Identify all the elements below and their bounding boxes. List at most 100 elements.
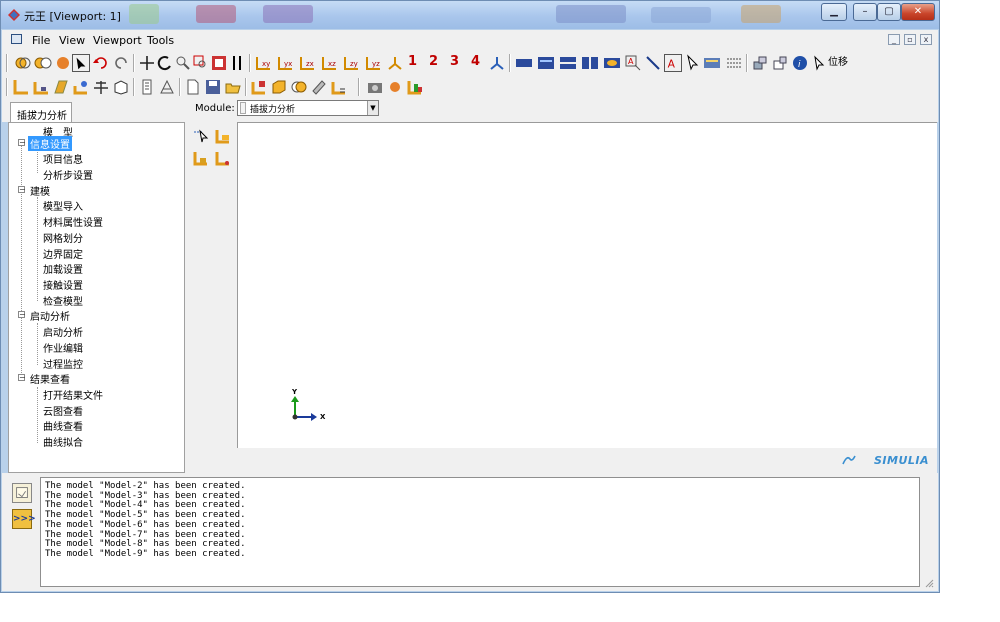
view-preset-3[interactable]: 3 [450, 54, 459, 69]
view-right-icon[interactable]: yz [364, 54, 384, 72]
perspective-icon[interactable] [602, 54, 622, 72]
visualization-icon[interactable] [158, 78, 176, 96]
select-pointer-icon[interactable] [72, 54, 90, 72]
menu-viewport[interactable]: Viewport [93, 34, 142, 47]
module-select[interactable]: 插拔力分析 ▼ [237, 100, 379, 116]
tree-item-mesh[interactable]: 网格划分 [43, 230, 83, 245]
arrow-annotation-icon[interactable] [644, 54, 662, 72]
step-icon[interactable] [92, 78, 110, 96]
tree-item-contact[interactable]: 接触设置 [43, 277, 83, 292]
tree-group-modeling[interactable]: 建模 [30, 183, 50, 198]
close-button[interactable]: ✕ [901, 3, 935, 21]
maximize-button[interactable]: ▢ [877, 3, 901, 21]
record-icon[interactable] [386, 78, 404, 96]
outer-minimize-button[interactable]: ▁ [821, 3, 847, 21]
collapse-icon[interactable]: − [18, 186, 26, 194]
tree-item-material[interactable]: 材料属性设置 [43, 214, 103, 229]
chevron-down-icon[interactable]: ▼ [367, 101, 378, 115]
cylinder-icon[interactable] [290, 78, 308, 96]
view-front-icon[interactable]: xy [254, 54, 274, 72]
camera-icon[interactable] [366, 78, 384, 96]
tree-item-open-results[interactable]: 打开结果文件 [43, 387, 103, 402]
open-file-icon[interactable] [224, 78, 242, 96]
tree-item-check-model[interactable]: 检查模型 [43, 293, 83, 308]
mdi-close-button[interactable]: x [920, 34, 932, 45]
cycle-views-icon[interactable] [228, 54, 246, 72]
module-spin-icon[interactable] [240, 102, 246, 114]
job-icon[interactable] [138, 78, 156, 96]
viewport-canvas[interactable]: Y X [237, 122, 937, 448]
load-icon[interactable] [330, 78, 348, 96]
tree-item-curve[interactable]: 曲线查看 [43, 418, 83, 433]
redo-icon[interactable] [112, 54, 130, 72]
view-top-icon[interactable]: zx [298, 54, 318, 72]
auto-fit-icon[interactable] [210, 54, 228, 72]
tree-item-project-info[interactable]: 项目信息 [43, 151, 83, 166]
pan-icon[interactable] [138, 54, 156, 72]
menu-file[interactable]: File [32, 34, 50, 47]
collapse-icon[interactable]: − [18, 374, 26, 382]
tree-item-start-analysis[interactable]: 启动分析 [43, 324, 83, 339]
render-style-wire-icon[interactable] [514, 54, 534, 72]
tree-item-load[interactable]: 加载设置 [43, 261, 83, 276]
section-icon[interactable] [52, 78, 70, 96]
view-iso-icon[interactable] [386, 54, 404, 72]
tree-item-boundary[interactable]: 边界固定 [43, 246, 83, 261]
tree-item-step-settings[interactable]: 分析步设置 [43, 167, 93, 182]
box-icon[interactable] [270, 78, 288, 96]
render-style-filled-icon[interactable] [580, 54, 600, 72]
render-style-hidden-icon[interactable] [536, 54, 556, 72]
partition-icon[interactable] [310, 78, 328, 96]
annotation-icon[interactable]: A [624, 54, 642, 72]
create-part-icon[interactable] [12, 78, 30, 96]
collapse-icon[interactable]: − [18, 311, 26, 319]
tree-group-info[interactable]: 信息设置 [28, 136, 72, 151]
view-bottom-icon[interactable]: xz [320, 54, 340, 72]
text-annotation-icon[interactable]: A [664, 54, 682, 72]
part-manager-icon[interactable] [32, 78, 50, 96]
mdi-minimize-button[interactable]: _ [888, 34, 900, 45]
pointer-icon[interactable] [811, 54, 829, 72]
command-line-icon[interactable]: >>> [12, 509, 36, 529]
resize-grip-icon[interactable] [924, 578, 934, 588]
view-left-icon[interactable]: zy [342, 54, 362, 72]
message-tab-icon[interactable] [12, 483, 32, 503]
box-zoom-icon[interactable] [192, 54, 210, 72]
info-icon[interactable]: i [791, 54, 809, 72]
view-back-icon[interactable]: yx [276, 54, 296, 72]
color-code-icon[interactable] [406, 78, 424, 96]
create-solid-icon[interactable] [250, 78, 268, 96]
tab-analysis[interactable]: 插拔力分析 [10, 102, 72, 122]
zoom-icon[interactable] [174, 54, 192, 72]
tree-item-monitor[interactable]: 过程监控 [43, 356, 83, 371]
view-preset-2[interactable]: 2 [429, 54, 438, 69]
move-label[interactable]: 位移 [828, 53, 848, 68]
part-display-icon[interactable] [751, 54, 769, 72]
render-style-shaded-icon[interactable] [558, 54, 578, 72]
tree-item-job-edit[interactable]: 作业编辑 [43, 340, 83, 355]
toolbox-icon[interactable] [702, 54, 722, 72]
part-tool-icon[interactable] [192, 149, 210, 167]
rotate-view-icon[interactable] [156, 54, 174, 72]
create-part-tool-icon[interactable] [214, 127, 232, 145]
save-icon[interactable] [204, 78, 222, 96]
query-select-icon[interactable] [192, 127, 210, 145]
material-icon[interactable] [72, 78, 90, 96]
view-preset-1[interactable]: 1 [408, 54, 417, 69]
tree-item-curve-fit[interactable]: 曲线拟合 [43, 434, 83, 449]
undo-icon[interactable] [92, 54, 110, 72]
system-menu-icon[interactable] [11, 34, 22, 44]
render-mode-icon[interactable] [34, 54, 52, 72]
tree-item-contour[interactable]: 云图查看 [43, 403, 83, 418]
list-icon[interactable] [724, 54, 744, 72]
tree-group-run[interactable]: 启动分析 [30, 308, 70, 323]
query-pointer-icon[interactable] [684, 54, 702, 72]
menu-tools[interactable]: Tools [147, 34, 174, 47]
assembly-display-icon[interactable] [771, 54, 789, 72]
view-custom-icon[interactable] [488, 54, 506, 72]
view-preset-4[interactable]: 4 [471, 54, 480, 69]
collapse-icon[interactable]: − [18, 139, 26, 147]
menu-view[interactable]: View [59, 34, 85, 47]
mdi-restore-button[interactable]: ▫ [904, 34, 916, 45]
new-file-icon[interactable] [184, 78, 202, 96]
